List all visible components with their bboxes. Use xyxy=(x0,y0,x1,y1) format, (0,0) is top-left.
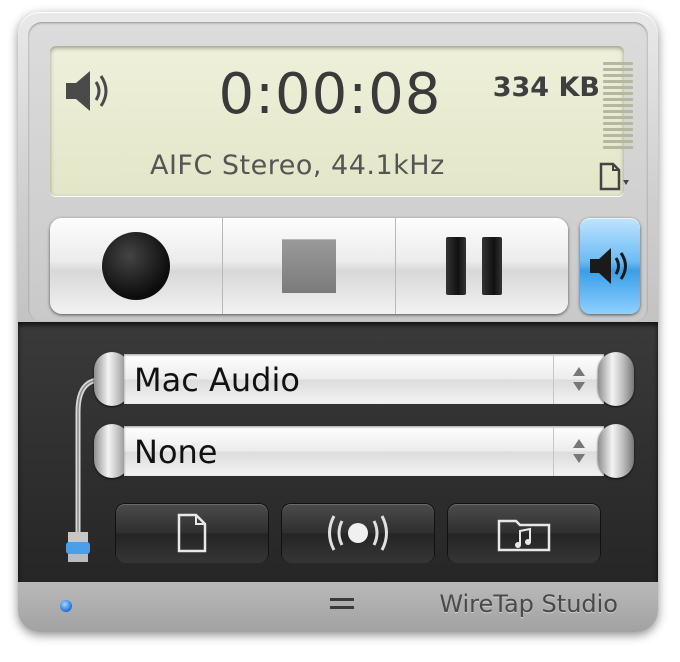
source-panel: Mac Audio None xyxy=(18,322,658,582)
monitor-toggle-button[interactable] xyxy=(580,218,640,314)
pause-button[interactable] xyxy=(396,218,568,314)
wiretap-window: 0:00:08 334 KB AIFC Stereo, 44.1kHz Mac … xyxy=(18,12,658,632)
resize-grip-icon[interactable] xyxy=(330,598,354,612)
broadcast-button[interactable] xyxy=(282,504,434,562)
audio-format: AIFC Stereo, 44.1kHz xyxy=(150,150,445,181)
up-down-arrows-icon xyxy=(573,439,585,463)
level-meter xyxy=(603,62,633,156)
recorder-panel: 0:00:08 334 KB AIFC Stereo, 44.1kHz xyxy=(28,22,648,322)
document-menu-icon[interactable] xyxy=(595,162,637,192)
source-field[interactable]: Mac Audio xyxy=(124,354,604,404)
music-folder-button[interactable] xyxy=(448,504,600,562)
up-down-arrows-icon xyxy=(573,367,585,391)
broadcast-icon xyxy=(328,515,388,551)
selector-cap-right xyxy=(598,352,634,406)
music-folder-icon xyxy=(497,519,551,552)
lcd-display: 0:00:08 334 KB AIFC Stereo, 44.1kHz xyxy=(50,46,633,196)
file-size: 334 KB xyxy=(492,72,600,103)
source-value: None xyxy=(134,433,218,471)
source-value: Mac Audio xyxy=(134,361,300,399)
source-field[interactable]: None xyxy=(124,426,604,476)
status-led-icon xyxy=(60,600,72,612)
status-bar: WireTap Studio xyxy=(18,582,658,632)
elapsed-time: 0:00:08 xyxy=(218,62,442,127)
source-selector-secondary[interactable]: None xyxy=(94,424,634,478)
stop-button[interactable] xyxy=(223,218,396,314)
record-button[interactable] xyxy=(50,218,223,314)
new-document-button[interactable] xyxy=(116,504,268,562)
speaker-icon xyxy=(590,248,627,284)
stop-icon xyxy=(282,239,336,293)
record-icon xyxy=(102,232,170,300)
source-stepper[interactable] xyxy=(553,426,604,476)
selector-cap-right xyxy=(598,424,634,478)
speaker-icon xyxy=(66,71,108,111)
source-selector-primary[interactable]: Mac Audio xyxy=(94,352,634,406)
source-stepper[interactable] xyxy=(553,354,604,404)
app-name-label: WireTap Studio xyxy=(439,590,618,618)
new-document-icon xyxy=(177,513,207,553)
transport-controls xyxy=(50,218,568,314)
